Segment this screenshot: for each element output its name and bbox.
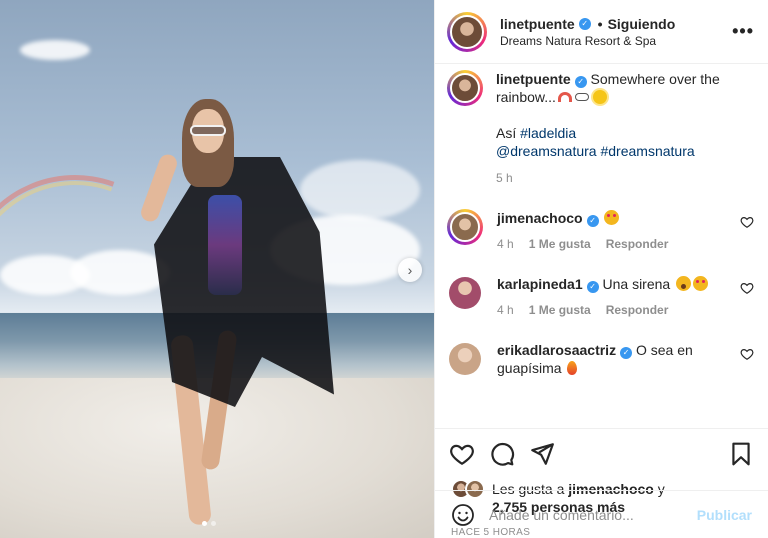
comment-like-heart-icon[interactable]: [740, 281, 754, 295]
add-comment-bar: Publicar: [435, 490, 768, 538]
fire-emoji-icon: [567, 361, 578, 375]
separator-dot: •: [597, 15, 603, 32]
post-location[interactable]: Dreams Natura Resort & Spa: [500, 34, 732, 48]
comments-list: linetpuente ✓ Somewhere over the rainbow.…: [435, 64, 768, 428]
arm: [138, 152, 180, 224]
comment-bubble-icon[interactable]: [489, 441, 515, 467]
comment-like-heart-icon[interactable]: [740, 215, 754, 229]
post-side-panel: linetpuente ✓ • Siguiendo Dreams Natura …: [434, 0, 768, 538]
mention-link[interactable]: @dreamsnatura: [496, 143, 597, 159]
comment-input[interactable]: [489, 506, 697, 523]
verified-badge-icon: ✓: [578, 17, 591, 30]
sun-emoji-icon: [592, 90, 607, 104]
post-photo[interactable]: ›: [0, 0, 434, 538]
comment-likes-count[interactable]: 1 Me gusta: [529, 301, 591, 319]
verified-badge-icon: ✓: [586, 281, 599, 293]
comment-time: 4 h: [497, 237, 514, 251]
verified-badge-icon: ✓: [574, 76, 587, 88]
caption-author-avatar[interactable]: [447, 70, 483, 106]
publish-button[interactable]: Publicar: [697, 507, 752, 523]
swimsuit: [208, 195, 242, 295]
comment-username[interactable]: karlapineda1: [497, 276, 583, 292]
carousel-dot: [211, 521, 216, 526]
emoji-smile-icon[interactable]: [451, 503, 475, 527]
author-username[interactable]: linetpuente: [500, 16, 575, 32]
black-lace-robe: [154, 157, 334, 407]
verified-badge-icon: ✓: [586, 215, 599, 227]
author-avatar[interactable]: [447, 11, 487, 52]
comment-text: Una sirena: [598, 276, 675, 292]
hashtag-link[interactable]: #ladeldia: [520, 125, 576, 141]
post-actions-bar: [435, 428, 768, 478]
verified-badge-icon: ✓: [620, 347, 633, 359]
carousel-dots: [202, 521, 216, 526]
post-header: linetpuente ✓ • Siguiendo Dreams Natura …: [435, 0, 768, 64]
caption-line2-prefix: Así: [496, 125, 521, 141]
share-paper-plane-icon[interactable]: [529, 441, 555, 467]
commenter-avatar[interactable]: [447, 209, 483, 245]
cloud: [20, 40, 90, 60]
reply-button[interactable]: Responder: [606, 301, 669, 319]
comment-item: jimenachoco ✓ 4 h 1 Me gusta Responder: [447, 209, 754, 253]
caption-time: 5 h: [496, 171, 513, 185]
astonished-emoji-icon: [676, 276, 692, 291]
comment-item: karlapineda1 ✓ Una sirena 4 h 1 Me gusta …: [447, 275, 754, 319]
comment-username[interactable]: jimenachoco: [497, 210, 583, 226]
caption-username[interactable]: linetpuente: [496, 71, 571, 87]
commenter-avatar[interactable]: [447, 341, 483, 377]
like-heart-icon[interactable]: [449, 441, 475, 467]
carousel-dot-active: [202, 521, 207, 526]
more-options-icon[interactable]: •••: [732, 21, 754, 42]
carousel-next-button[interactable]: ›: [398, 258, 422, 282]
comment-time: 4 h: [497, 303, 514, 317]
heart-eyes-emoji-icon: [604, 210, 620, 225]
sunglasses: [190, 125, 226, 136]
heart-eyes-emoji-icon: [693, 276, 709, 291]
cloud-emoji-icon: [574, 93, 589, 101]
comment-item: erikadlarosaactriz ✓ O sea en guapísima: [447, 341, 754, 377]
comment-username[interactable]: erikadlarosaactriz: [497, 342, 616, 358]
post-caption: linetpuente ✓ Somewhere over the rainbow.…: [447, 70, 754, 187]
comment-likes-count[interactable]: 1 Me gusta: [529, 235, 591, 253]
hashtag-link[interactable]: #dreamsnatura: [600, 143, 694, 159]
comment-like-heart-icon[interactable]: [740, 347, 754, 361]
following-button[interactable]: Siguiendo: [608, 16, 676, 32]
rainbow-emoji-icon: [557, 92, 572, 102]
instagram-post-view: › linetpuente ✓ • Siguiendo Dreams Natur…: [0, 0, 768, 538]
reply-button[interactable]: Responder: [606, 235, 669, 253]
save-bookmark-icon[interactable]: [728, 441, 754, 467]
commenter-avatar[interactable]: [447, 275, 483, 311]
chevron-right-icon: ›: [407, 262, 413, 278]
woman-figure: [138, 95, 340, 526]
